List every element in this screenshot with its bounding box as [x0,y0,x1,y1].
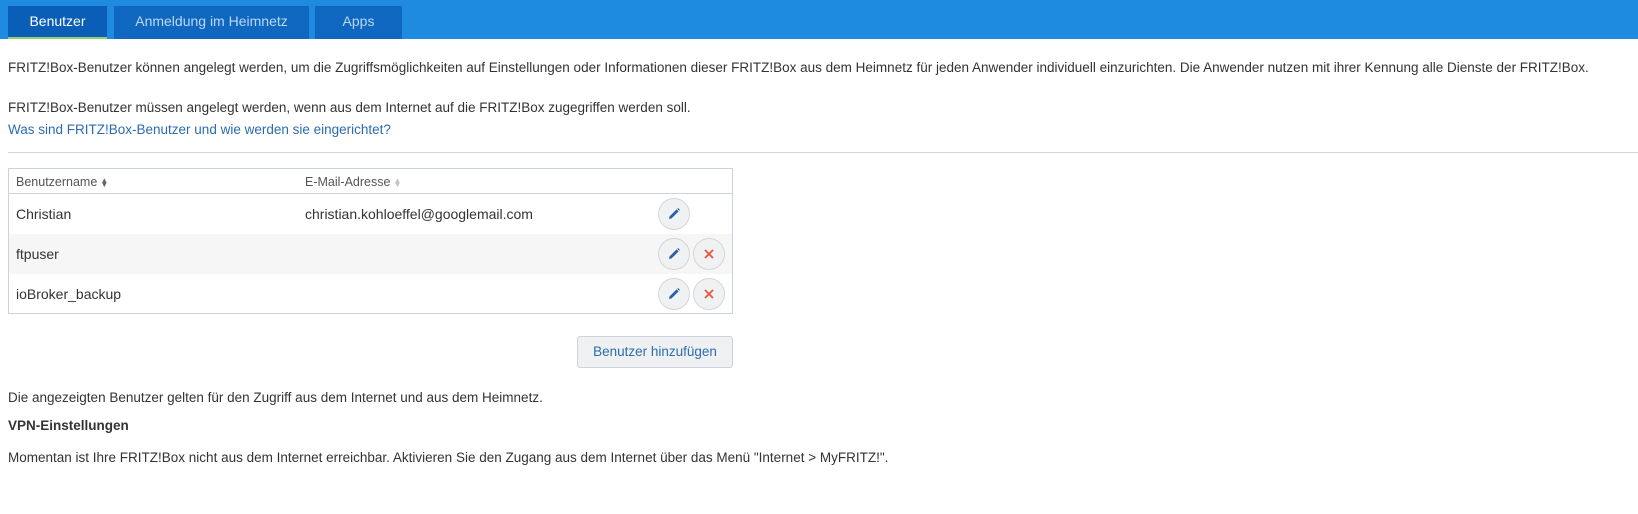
tab-benutzer[interactable]: Benutzer [8,6,107,39]
edit-user-button[interactable] [658,238,690,270]
table-row: ftpuser [9,234,732,274]
pencil-icon [669,288,680,299]
help-link[interactable]: Was sind FRITZ!Box-Benutzer und wie werd… [8,121,391,138]
vpn-status-text: Momentan ist Ihre FRITZ!Box nicht aus de… [8,450,889,465]
access-note: Die angezeigten Benutzer gelten für den … [8,390,543,405]
column-header-label: Benutzername [16,175,98,189]
tab-apps[interactable]: Apps [315,6,402,39]
edit-user-button[interactable] [658,198,690,230]
divider [8,152,1638,153]
column-header-email[interactable]: E-Mail-Adresse ▲ ▼ [305,175,401,189]
delete-user-button[interactable] [693,238,725,270]
column-header-benutzername[interactable]: Benutzername ▲ ▼ [16,175,108,189]
column-header-label: E-Mail-Adresse [305,175,391,189]
close-icon [704,289,714,299]
add-user-button[interactable]: Benutzer hinzufügen [577,336,733,368]
table-row: ioBroker_backup [9,274,732,314]
delete-user-button[interactable] [693,278,725,310]
user-email: christian.kohloeffel@googlemail.com [305,206,533,222]
intro-paragraph: FRITZ!Box-Benutzer können angelegt werde… [8,60,1589,75]
pencil-icon [669,248,680,259]
user-name: ioBroker_backup [16,286,122,302]
user-table: Benutzername ▲ ▼ E-Mail-Adresse ▲ ▼ Christia… [8,168,733,314]
table-row: Christian christian.kohloeffel@googlemai… [9,194,732,234]
vpn-heading: VPN-Einstellungen [8,418,129,433]
tab-bar: Benutzer Anmeldung im Heimnetz Apps [0,0,1638,39]
sort-ascending-icon: ▲ ▼ [100,175,109,189]
sort-icon: ▲ ▼ [393,175,402,189]
tab-anmeldung-im-heimnetz[interactable]: Anmeldung im Heimnetz [114,6,309,39]
pencil-icon [669,208,680,219]
user-name: Christian [16,206,72,222]
edit-user-button[interactable] [658,278,690,310]
intro-paragraph-internet: FRITZ!Box-Benutzer müssen angelegt werde… [8,100,691,115]
user-name: ftpuser [16,246,59,262]
table-header: Benutzername ▲ ▼ E-Mail-Adresse ▲ ▼ [9,169,732,194]
close-icon [704,249,714,259]
